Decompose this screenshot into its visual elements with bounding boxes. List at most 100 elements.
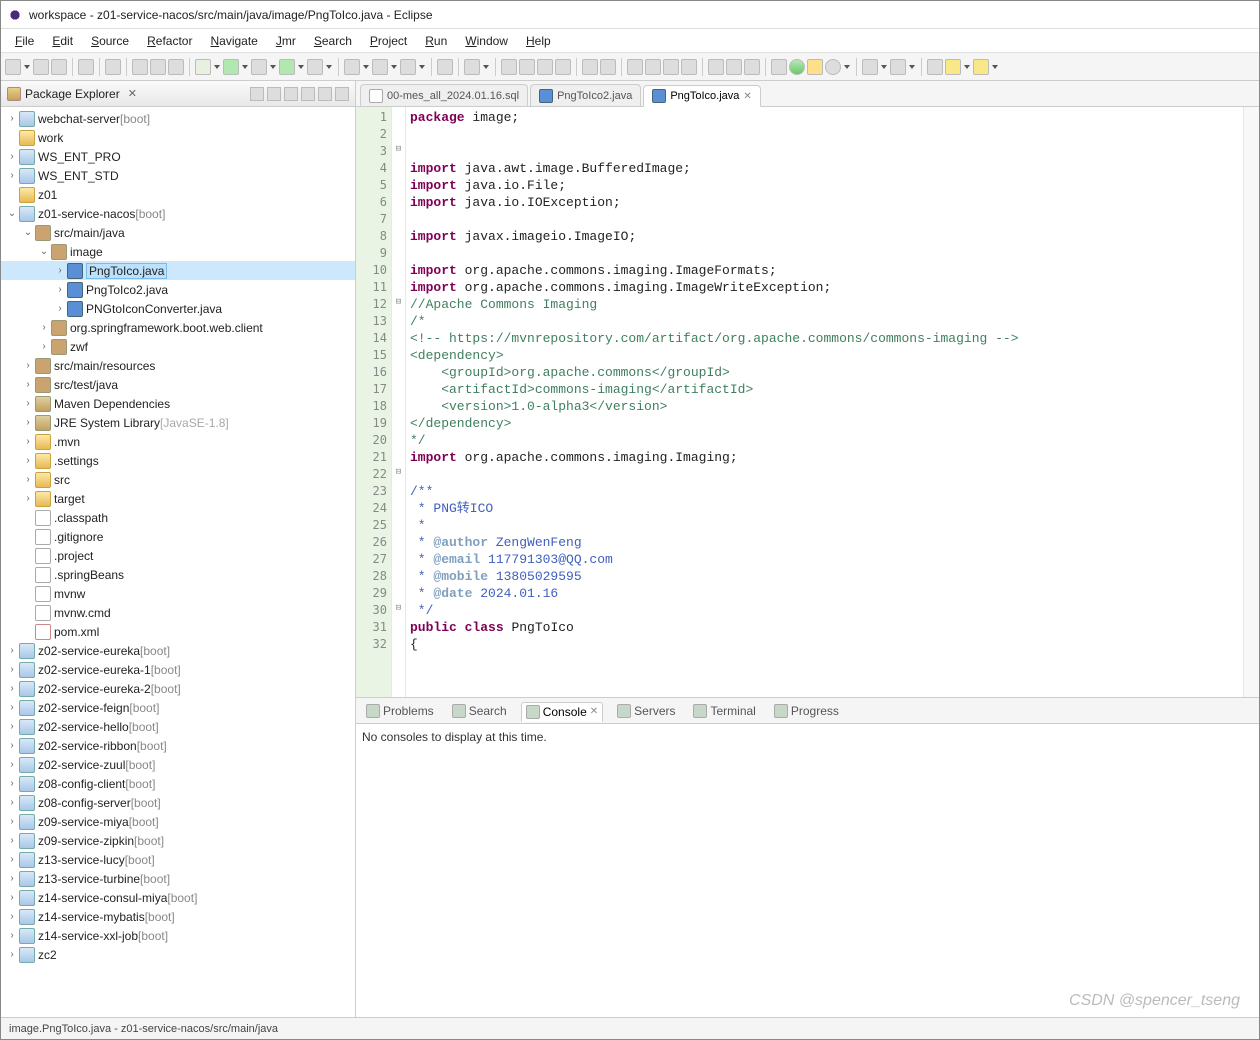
relaunch-icon[interactable]	[150, 59, 166, 75]
tool-y-icon[interactable]	[645, 59, 661, 75]
tree-item[interactable]: z01	[1, 185, 355, 204]
new-class-icon[interactable]	[400, 59, 416, 75]
tool-c-icon[interactable]	[537, 59, 553, 75]
prev-annotation-icon[interactable]	[890, 59, 906, 75]
tree-item[interactable]: ›PngToIco.java	[1, 261, 355, 280]
view-menu-icon[interactable]	[301, 87, 315, 101]
tree-item[interactable]: .classpath	[1, 508, 355, 527]
forward-icon[interactable]	[973, 59, 989, 75]
bottom-tab-problems[interactable]: Problems	[362, 702, 438, 720]
menu-jmr[interactable]: Jmr	[268, 32, 304, 50]
tool-x-icon[interactable]	[627, 59, 643, 75]
collapse-all-icon[interactable]	[250, 87, 264, 101]
tree-item[interactable]: mvnw	[1, 584, 355, 603]
tree-item[interactable]: ›JRE System Library [JavaSE-1.8]	[1, 413, 355, 432]
fold-gutter[interactable]: ⊟ ⊟ ⊟ ⊟	[392, 107, 406, 697]
debug-icon[interactable]	[195, 59, 211, 75]
bottom-tab-console[interactable]: Console ✕	[521, 702, 603, 722]
saveall-icon[interactable]	[51, 59, 67, 75]
tree-item[interactable]: mvnw.cmd	[1, 603, 355, 622]
tree-item[interactable]: ›z09-service-miya [boot]	[1, 812, 355, 831]
tree-item[interactable]: ›z02-service-eureka [boot]	[1, 641, 355, 660]
tool-a-icon[interactable]	[501, 59, 517, 75]
pin-icon[interactable]	[771, 59, 787, 75]
tree-item[interactable]: ›Maven Dependencies	[1, 394, 355, 413]
bottom-tab-terminal[interactable]: Terminal	[689, 702, 759, 720]
tree-item[interactable]: ›z14-service-xxl-job [boot]	[1, 926, 355, 945]
tree-item[interactable]: ›z02-service-feign [boot]	[1, 698, 355, 717]
tree-item[interactable]: ›z14-service-consul-miya [boot]	[1, 888, 355, 907]
menu-source[interactable]: Source	[83, 32, 137, 50]
tree-item[interactable]: ›zwf	[1, 337, 355, 356]
tree-item[interactable]: .springBeans	[1, 565, 355, 584]
link-editor-icon[interactable]	[267, 87, 281, 101]
open-file-icon[interactable]	[600, 59, 616, 75]
tree-item[interactable]: ›PNGtoIconConverter.java	[1, 299, 355, 318]
focus-task-icon[interactable]	[284, 87, 298, 101]
new-icon[interactable]	[5, 59, 21, 75]
code-editor[interactable]: package image; import java.awt.image.Buf…	[406, 107, 1243, 697]
run-icon[interactable]	[223, 59, 239, 75]
tree-item[interactable]: .gitignore	[1, 527, 355, 546]
tree-item[interactable]: pom.xml	[1, 622, 355, 641]
world-icon[interactable]	[789, 59, 805, 75]
menu-refactor[interactable]: Refactor	[139, 32, 200, 50]
tree-item[interactable]: ›z08-config-server [boot]	[1, 793, 355, 812]
menu-help[interactable]: Help	[518, 32, 559, 50]
tree-item[interactable]: ⌄src/main/java	[1, 223, 355, 242]
menu-run[interactable]: Run	[417, 32, 455, 50]
show-whitespace-icon[interactable]	[744, 59, 760, 75]
new-package-icon[interactable]	[372, 59, 388, 75]
toggle-mark-icon[interactable]	[708, 59, 724, 75]
skip-breakpoints-icon[interactable]	[105, 59, 121, 75]
save-icon[interactable]	[33, 59, 49, 75]
tree-item[interactable]: ›src/test/java	[1, 375, 355, 394]
tree-item[interactable]: ›z02-service-zuul [boot]	[1, 755, 355, 774]
menu-project[interactable]: Project	[362, 32, 415, 50]
editor-tab[interactable]: PngToIco.java✕	[643, 85, 761, 107]
search-icon[interactable]	[464, 59, 480, 75]
tree-item[interactable]: ›z14-service-mybatis [boot]	[1, 907, 355, 926]
open-folder-icon[interactable]	[582, 59, 598, 75]
tree-item[interactable]: ›src/main/resources	[1, 356, 355, 375]
tree-item[interactable]: ›WS_ENT_PRO	[1, 147, 355, 166]
tree-item[interactable]: ⌄image	[1, 242, 355, 261]
tree-item[interactable]: ›target	[1, 489, 355, 508]
boot-dash-icon[interactable]	[132, 59, 148, 75]
next-annotation-icon[interactable]	[862, 59, 878, 75]
new-project-icon[interactable]	[344, 59, 360, 75]
tree-item[interactable]: ›z13-service-turbine [boot]	[1, 869, 355, 888]
tool-w-icon[interactable]	[681, 59, 697, 75]
open-type-icon[interactable]	[437, 59, 453, 75]
project-tree[interactable]: ›webchat-server [boot]work›WS_ENT_PRO›WS…	[1, 107, 355, 1017]
tree-item[interactable]: ›.settings	[1, 451, 355, 470]
bottom-tab-progress[interactable]: Progress	[770, 702, 843, 720]
maximize-icon[interactable]	[335, 87, 349, 101]
tree-item[interactable]: ›org.springframework.boot.web.client	[1, 318, 355, 337]
refresh-icon[interactable]	[555, 59, 571, 75]
help-icon[interactable]	[807, 59, 823, 75]
toggle-block-icon[interactable]	[726, 59, 742, 75]
run-last-icon[interactable]	[279, 59, 295, 75]
bottom-tab-servers[interactable]: Servers	[613, 702, 679, 720]
tree-item[interactable]: ›z02-service-eureka-1 [boot]	[1, 660, 355, 679]
editor-tab[interactable]: PngToIco2.java	[530, 84, 641, 106]
tree-item[interactable]: ›zc2	[1, 945, 355, 964]
back-icon[interactable]	[945, 59, 961, 75]
tree-item[interactable]: ›z09-service-zipkin [boot]	[1, 831, 355, 850]
tree-item[interactable]: .project	[1, 546, 355, 565]
tree-item[interactable]: ›WS_ENT_STD	[1, 166, 355, 185]
tree-item[interactable]: ›z13-service-lucy [boot]	[1, 850, 355, 869]
menu-file[interactable]: File	[7, 32, 42, 50]
tree-item[interactable]: ›z08-config-client [boot]	[1, 774, 355, 793]
tree-item[interactable]: ›src	[1, 470, 355, 489]
menu-edit[interactable]: Edit	[44, 32, 81, 50]
menu-search[interactable]: Search	[306, 32, 360, 50]
overview-ruler[interactable]	[1243, 107, 1259, 697]
editor-tab[interactable]: 00-mes_all_2024.01.16.sql	[360, 84, 528, 106]
tree-item[interactable]: ›z02-service-eureka-2 [boot]	[1, 679, 355, 698]
tree-item[interactable]: ›webchat-server [boot]	[1, 109, 355, 128]
menu-navigate[interactable]: Navigate	[202, 32, 265, 50]
build-icon[interactable]	[78, 59, 94, 75]
tree-item[interactable]: ›z02-service-hello [boot]	[1, 717, 355, 736]
